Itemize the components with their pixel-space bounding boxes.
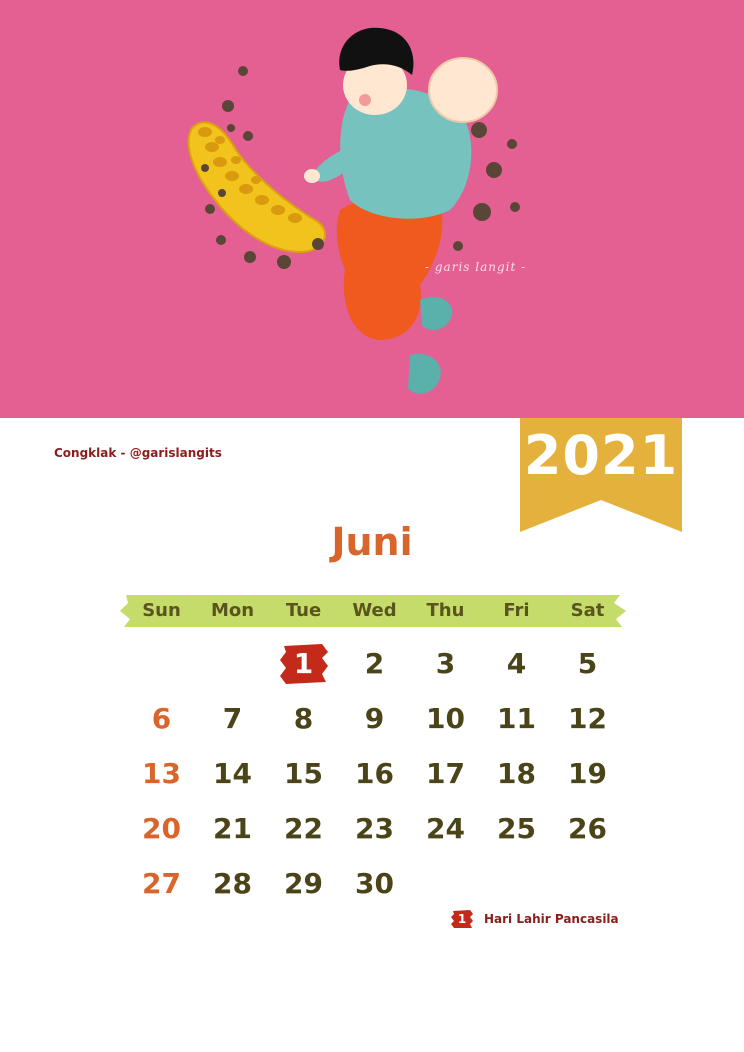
weekday-tue: Tue xyxy=(285,600,322,621)
date-cell: 21 xyxy=(213,812,252,845)
date-label: 1 xyxy=(293,647,314,680)
date-cell: 12 xyxy=(568,702,607,735)
date-cell xyxy=(481,856,552,911)
weekday-header: Sun Mon Tue Wed Thu Fri Sat xyxy=(126,597,622,625)
year-label: 2021 xyxy=(523,424,679,487)
date-cell: 3 xyxy=(435,647,456,680)
date-cell: 13 xyxy=(142,757,181,790)
date-cell: 25 xyxy=(497,812,536,845)
date-cell: 17 xyxy=(426,757,465,790)
character-icon xyxy=(304,27,498,394)
date-cell: 23 xyxy=(355,812,394,845)
date-cell: 27 xyxy=(142,867,181,900)
weekday-fri: Fri xyxy=(503,600,530,621)
date-cell: 4 xyxy=(506,647,527,680)
image-caption: Congklak - @garislangits xyxy=(54,446,222,460)
month-title: Juni xyxy=(331,520,413,564)
weekday-sat: Sat xyxy=(570,600,605,621)
date-cell xyxy=(410,856,481,911)
date-cell: 15 xyxy=(284,757,323,790)
date-cell-holiday: 1 xyxy=(268,636,339,691)
date-cell: 2 xyxy=(364,647,385,680)
date-cell: 9 xyxy=(364,702,385,735)
date-cell xyxy=(197,636,268,691)
date-cell: 11 xyxy=(497,702,536,735)
hero-illustration: - garis langit - xyxy=(0,0,744,418)
date-cell xyxy=(552,856,623,911)
date-cell: 26 xyxy=(568,812,607,845)
date-cell xyxy=(126,636,197,691)
holiday-legend: 1 Hari Lahir Pancasila xyxy=(450,909,619,929)
date-cell: 30 xyxy=(355,867,394,900)
date-cell: 6 xyxy=(151,702,172,735)
date-cell: 10 xyxy=(426,702,465,735)
date-cell: 7 xyxy=(222,702,243,735)
watermark: - garis langit - xyxy=(425,260,527,274)
weekday-sun: Sun xyxy=(142,600,181,621)
date-cell: 22 xyxy=(284,812,323,845)
date-cell: 18 xyxy=(497,757,536,790)
weekday-mon: Mon xyxy=(210,600,255,621)
date-cell: 29 xyxy=(284,867,323,900)
date-cell: 28 xyxy=(213,867,252,900)
congklak-board-icon xyxy=(187,121,327,254)
calendar-grid: 1 2 3 4 5 6 7 8 9 10 11 12 13 14 15 16 1… xyxy=(126,636,622,911)
legend-mark: 1 xyxy=(450,909,474,929)
date-cell: 24 xyxy=(426,812,465,845)
date-cell: 5 xyxy=(577,647,598,680)
date-cell: 14 xyxy=(213,757,252,790)
date-cell: 19 xyxy=(568,757,607,790)
date-cell: 20 xyxy=(142,812,181,845)
date-cell: 16 xyxy=(355,757,394,790)
date-cell: 8 xyxy=(293,702,314,735)
legend-label: Hari Lahir Pancasila xyxy=(484,912,619,926)
weekday-wed: Wed xyxy=(352,600,397,621)
legend-date: 1 xyxy=(457,912,467,926)
weekday-thu: Thu xyxy=(426,600,465,621)
congklak-illustration xyxy=(187,27,520,394)
